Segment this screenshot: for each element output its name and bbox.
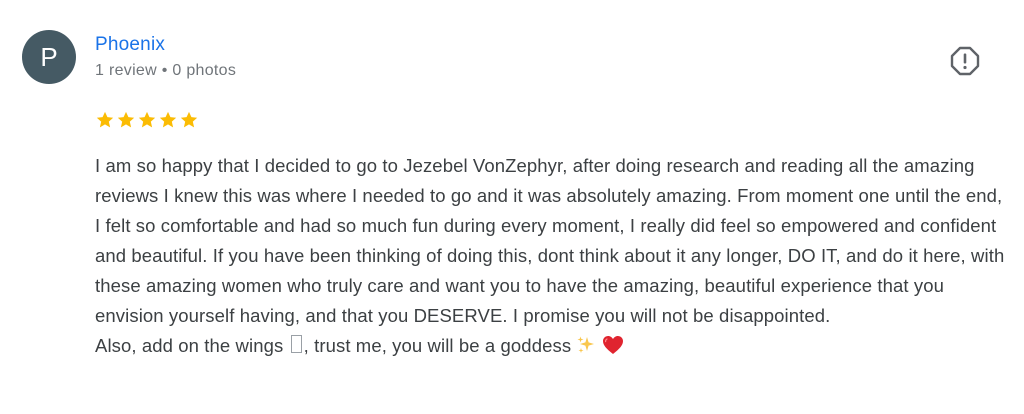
missing-glyph-icon [290, 335, 302, 353]
review-body: I am so happy that I decided to go to Je… [95, 155, 1005, 326]
sparkles-icon [577, 336, 595, 353]
heart-icon [602, 336, 623, 354]
review-postscript: Also, add on the wings , trust me, you w… [95, 331, 1005, 361]
reviewer-meta: 1 review • 0 photos [95, 62, 237, 79]
review-text: I am so happy that I decided to go to Je… [95, 151, 1005, 361]
star-icon [96, 111, 114, 128]
star-icon [159, 111, 177, 128]
avatar[interactable]: P [22, 30, 76, 84]
star-icon [180, 111, 198, 128]
report-flag-icon [950, 46, 980, 76]
review-card: P Phoenix 1 review • 0 photos I am so ha… [0, 0, 1024, 414]
avatar-initial: P [40, 42, 58, 72]
star-rating [95, 110, 199, 130]
postscript-mid: , trust me, you will be a goddess [303, 335, 572, 356]
postscript-start: Also, add on the wings [95, 335, 284, 356]
reviewer-name-link[interactable]: Phoenix [95, 34, 165, 56]
report-review-button[interactable] [946, 42, 984, 80]
star-icon [138, 111, 156, 128]
star-icon [117, 111, 135, 128]
